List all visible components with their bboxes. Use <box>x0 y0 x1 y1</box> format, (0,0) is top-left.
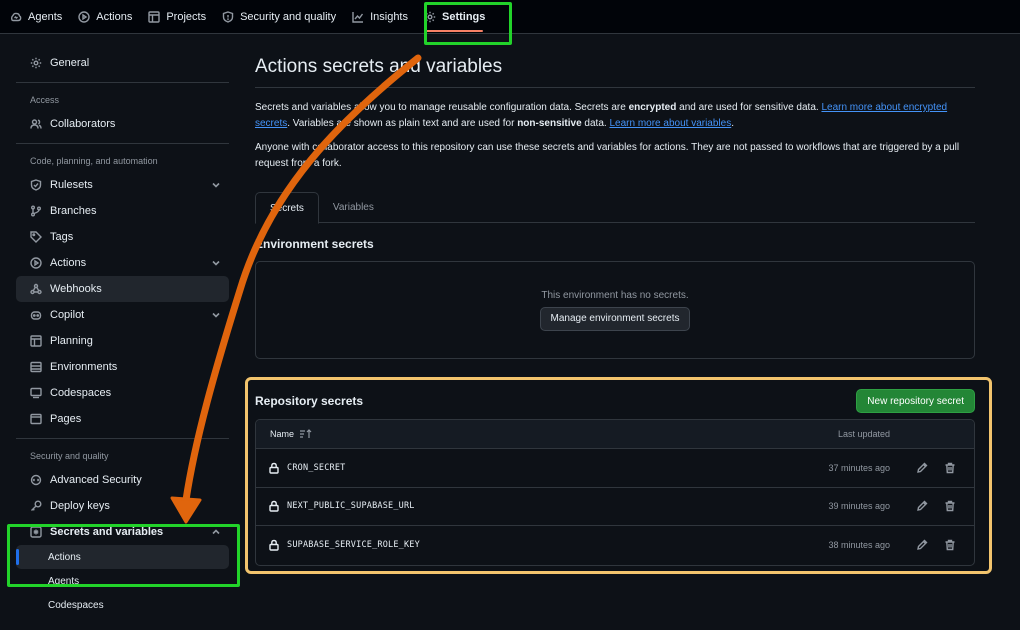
access-note: Anyone with collaborator access to this … <box>255 142 960 169</box>
tab-variables[interactable]: Variables <box>319 192 388 223</box>
sidebar-item-label: Collaborators <box>50 118 116 130</box>
sidebar-item-label: General <box>50 57 90 69</box>
sidebar-item-pages[interactable]: Pages <box>16 406 229 432</box>
table-icon <box>148 10 161 23</box>
nav-security-label: Security and quality <box>240 10 337 23</box>
nav-agents[interactable]: Agents <box>2 0 70 34</box>
sidebar-item-label: Pages <box>50 413 82 425</box>
sidebar-item-rulesets[interactable]: Rulesets <box>16 172 229 198</box>
sidebar-item-label: Environments <box>50 361 118 373</box>
nav-projects[interactable]: Projects <box>140 0 214 34</box>
settings-main: Actions secrets and variables Secrets an… <box>255 50 975 359</box>
nav-insights[interactable]: Insights <box>344 0 416 34</box>
title-divider <box>255 87 975 88</box>
sidebar-item-deploy-keys[interactable]: Deploy keys <box>16 493 229 519</box>
agents-icon <box>10 12 22 21</box>
nav-security[interactable]: Security and quality <box>214 0 344 34</box>
gear-icon <box>30 57 42 69</box>
sidebar-item-label: Copilot <box>50 309 85 321</box>
settings-highlight <box>424 2 512 45</box>
repository-secrets-highlight <box>245 377 992 574</box>
copilot-icon <box>30 311 42 320</box>
sidebar-heading-security: Security and quality <box>30 451 109 461</box>
intro-text: and are used for sensitive data. <box>676 102 822 113</box>
browser-icon <box>30 413 42 425</box>
environment-secrets-box: This environment has no secrets. Manage … <box>255 261 975 359</box>
codespaces-icon <box>30 387 42 399</box>
intro-emphasis: encrypted <box>628 102 677 113</box>
sidebar-divider <box>16 82 229 83</box>
manage-environment-secrets-button[interactable]: Manage environment secrets <box>539 306 691 331</box>
webhook-icon <box>30 283 42 295</box>
page-title: Actions secrets and variables <box>255 56 503 77</box>
chevron-down-icon <box>212 182 220 188</box>
table-icon <box>30 335 42 347</box>
sidebar-item-general[interactable]: General <box>16 50 229 76</box>
ruleset-icon <box>30 179 42 191</box>
chevron-down-icon <box>212 312 220 318</box>
secrets-and-variables-highlight <box>7 524 240 587</box>
branch-icon <box>31 205 41 217</box>
sidebar-subitem-codespaces[interactable]: Codespaces <box>16 593 229 617</box>
sidebar-item-label: Advanced Security <box>50 474 142 486</box>
sidebar-item-planning[interactable]: Planning <box>16 328 229 354</box>
sidebar-heading-code: Code, planning, and automation <box>30 156 158 166</box>
sidebar-divider <box>16 143 229 144</box>
sidebar-item-label: Tags <box>50 231 74 243</box>
sidebar-item-label: Rulesets <box>50 179 93 191</box>
tag-icon <box>30 231 42 243</box>
sidebar-item-label: Branches <box>50 205 97 217</box>
server-icon <box>30 361 42 373</box>
intro-text: . Variables are shown as plain text and … <box>287 118 518 129</box>
intro-paragraph: Secrets and variables allow you to manag… <box>255 100 975 132</box>
learn-more-variables-link[interactable]: Learn more about variables <box>609 118 731 129</box>
intro-text: Secrets and variables allow you to manag… <box>255 102 629 113</box>
sidebar-item-label: Codespaces <box>50 387 112 399</box>
secrets-tabs: Secrets Variables <box>255 192 975 224</box>
nav-actions-label: Actions <box>96 10 133 23</box>
key-icon <box>31 500 42 511</box>
sidebar-item-advanced-security[interactable]: Advanced Security <box>16 467 229 493</box>
shield-icon <box>222 10 234 23</box>
tab-secrets[interactable]: Secrets <box>255 192 319 224</box>
sidebar-divider <box>16 438 229 439</box>
environment-secrets-title: Environment secrets <box>255 237 374 251</box>
sidebar-item-branches[interactable]: Branches <box>16 198 229 224</box>
sidebar-item-label: Deploy keys <box>50 500 110 512</box>
nav-insights-label: Insights <box>370 10 408 23</box>
graph-icon <box>352 11 364 23</box>
intro-text: data. <box>581 118 610 129</box>
sidebar-item-environments[interactable]: Environments <box>16 354 229 380</box>
intro-text: . <box>731 118 734 129</box>
codescan-icon <box>30 474 42 486</box>
sidebar-item-label: Planning <box>50 335 93 347</box>
nav-actions[interactable]: Actions <box>70 0 140 34</box>
nav-projects-label: Projects <box>166 10 207 23</box>
sidebar-item-webhooks[interactable]: Webhooks <box>16 276 229 302</box>
sidebar-item-copilot[interactable]: Copilot <box>16 302 229 328</box>
sidebar-item-collaborators[interactable]: Collaborators <box>16 111 229 137</box>
nav-agents-label: Agents <box>28 10 63 23</box>
play-icon <box>78 10 90 23</box>
play-icon <box>30 257 42 269</box>
sidebar-item-tags[interactable]: Tags <box>16 224 229 250</box>
sidebar-item-label: Actions <box>50 257 87 269</box>
sidebar-subitem-label: Codespaces <box>48 599 104 611</box>
people-icon <box>30 119 42 129</box>
intro-emphasis: non-sensitive <box>517 118 582 129</box>
sidebar-item-codespaces[interactable]: Codespaces <box>16 380 229 406</box>
chevron-down-icon <box>212 260 220 266</box>
environment-empty-message: This environment has no secrets. <box>541 289 689 301</box>
sidebar-item-label: Webhooks <box>50 283 102 295</box>
sidebar-item-actions[interactable]: Actions <box>16 250 229 276</box>
sidebar-heading-access: Access <box>30 95 60 105</box>
